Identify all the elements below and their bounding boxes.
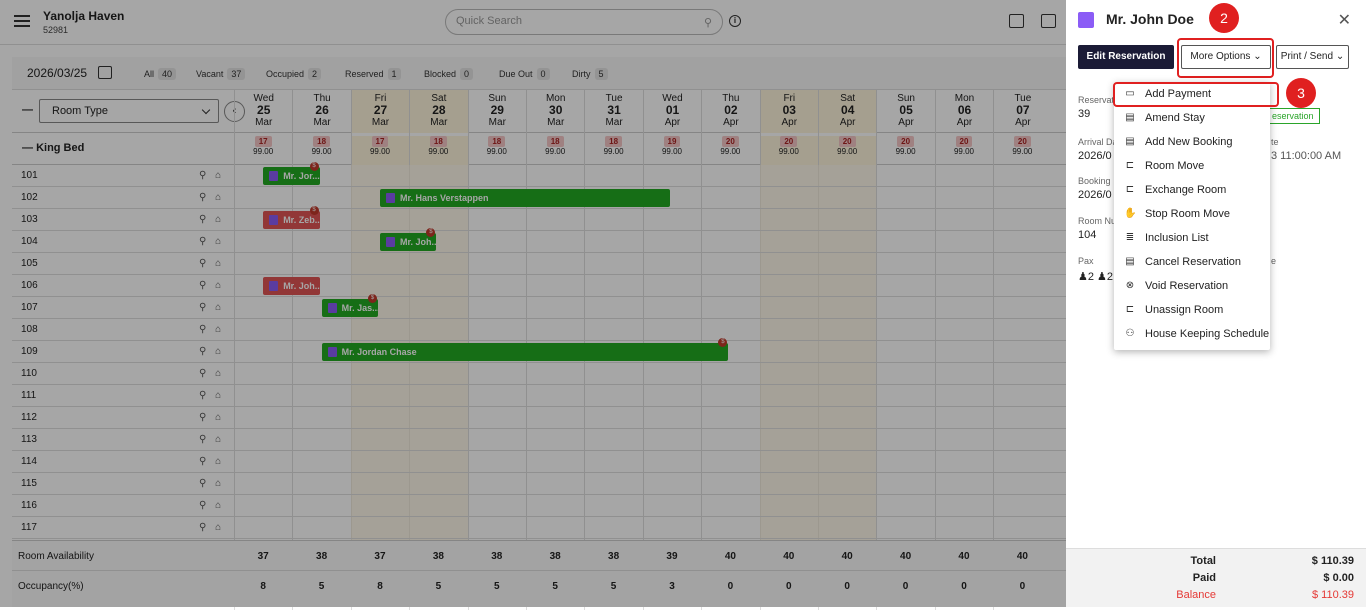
menu-item-add-new-booking[interactable]: ▤ Add New Booking	[1114, 130, 1270, 154]
arrival-value: 2026/0	[1078, 150, 1112, 162]
menu-item-amend-stay[interactable]: ▤ Amend Stay	[1114, 106, 1270, 130]
edit-reservation-button[interactable]: Edit Reservation	[1078, 45, 1174, 69]
print-send-button[interactable]: Print / Send ⌄	[1276, 45, 1349, 69]
bed-exchange-icon: ⊏	[1125, 184, 1135, 195]
bed-move-icon: ⊏	[1125, 160, 1135, 171]
balance-value: $ 110.39	[1311, 589, 1354, 601]
menu-item-label: Room Move	[1145, 160, 1205, 172]
pax-value: ♟2 ♟2	[1078, 271, 1114, 283]
step-badge-3: 3	[1286, 78, 1316, 108]
menu-item-label: Unassign Room	[1145, 304, 1224, 316]
menu-item-label: House Keeping Schedule	[1145, 328, 1270, 340]
balance-label: Balance	[1176, 589, 1216, 601]
reservation-label: Reservat	[1078, 95, 1115, 105]
menu-item-void-reservation[interactable]: ⊗ Void Reservation	[1114, 274, 1270, 298]
extra-label: e	[1271, 256, 1277, 266]
menu-item-room-move[interactable]: ⊏ Room Move	[1114, 154, 1270, 178]
menu-item-house-keeping-schedule[interactable]: ⚇ House Keeping Schedule	[1114, 322, 1270, 346]
menu-item-label: Add New Booking	[1145, 136, 1233, 148]
building-icon	[1078, 12, 1094, 28]
reservation-number: 39	[1078, 108, 1091, 120]
highlight-add-payment	[1113, 82, 1279, 107]
booking-value: 2026/0	[1078, 189, 1112, 201]
room-label: Room Nu	[1078, 216, 1117, 226]
modal-overlay[interactable]	[0, 0, 1066, 607]
list-icon: ≣	[1125, 232, 1135, 243]
pax-label: Pax	[1078, 256, 1094, 266]
circle-x-icon: ⊗	[1125, 280, 1135, 291]
step-badge-2: 2	[1209, 3, 1239, 33]
highlight-more-options	[1177, 38, 1274, 78]
departure-value: 3 11:00:00 AM	[1271, 150, 1342, 162]
paid-label: Paid	[1192, 572, 1216, 584]
hand-stop-icon: ✋	[1124, 208, 1137, 219]
menu-item-inclusion-list[interactable]: ≣ Inclusion List	[1114, 226, 1270, 250]
menu-item-label: Stop Room Move	[1145, 208, 1230, 220]
paid-value: $ 0.00	[1323, 572, 1354, 584]
menu-item-label: Exchange Room	[1145, 184, 1227, 196]
housekeeping-icon: ⚇	[1125, 328, 1135, 339]
menu-item-label: Inclusion List	[1145, 232, 1209, 244]
calendar-add-icon: ▤	[1125, 136, 1135, 147]
total-label: Total	[1190, 555, 1216, 567]
bed-unassign-icon: ⊏	[1125, 304, 1135, 315]
close-icon[interactable]: ✕	[1338, 10, 1351, 30]
calendar-cancel-icon: ▤	[1125, 256, 1135, 267]
menu-item-label: Void Reservation	[1145, 280, 1229, 292]
menu-item-label: Amend Stay	[1145, 112, 1205, 124]
arrival-label: Arrival Da	[1078, 137, 1118, 147]
more-options-menu: ▭ Add Payment ▤ Amend Stay ▤ Add New Booking ⊏…	[1114, 82, 1270, 350]
booking-label: Booking	[1078, 176, 1111, 186]
room-value: 104	[1078, 229, 1097, 241]
menu-item-unassign-room[interactable]: ⊏ Unassign Room	[1114, 298, 1270, 322]
totals-panel: Total $ 110.39 Paid $ 0.00 Balance $ 110…	[1066, 548, 1366, 607]
total-value: $ 110.39	[1311, 555, 1354, 567]
menu-item-label: Cancel Reservation	[1145, 256, 1241, 268]
status-badge: eservation	[1266, 108, 1320, 124]
menu-item-exchange-room[interactable]: ⊏ Exchange Room	[1114, 178, 1270, 202]
guest-name: Mr. John Doe	[1106, 11, 1194, 27]
calendar-edit-icon: ▤	[1125, 112, 1135, 123]
departure-label: te	[1271, 137, 1279, 147]
menu-item-stop-room-move[interactable]: ✋ Stop Room Move	[1114, 202, 1270, 226]
menu-item-cancel-reservation[interactable]: ▤ Cancel Reservation	[1114, 250, 1270, 274]
